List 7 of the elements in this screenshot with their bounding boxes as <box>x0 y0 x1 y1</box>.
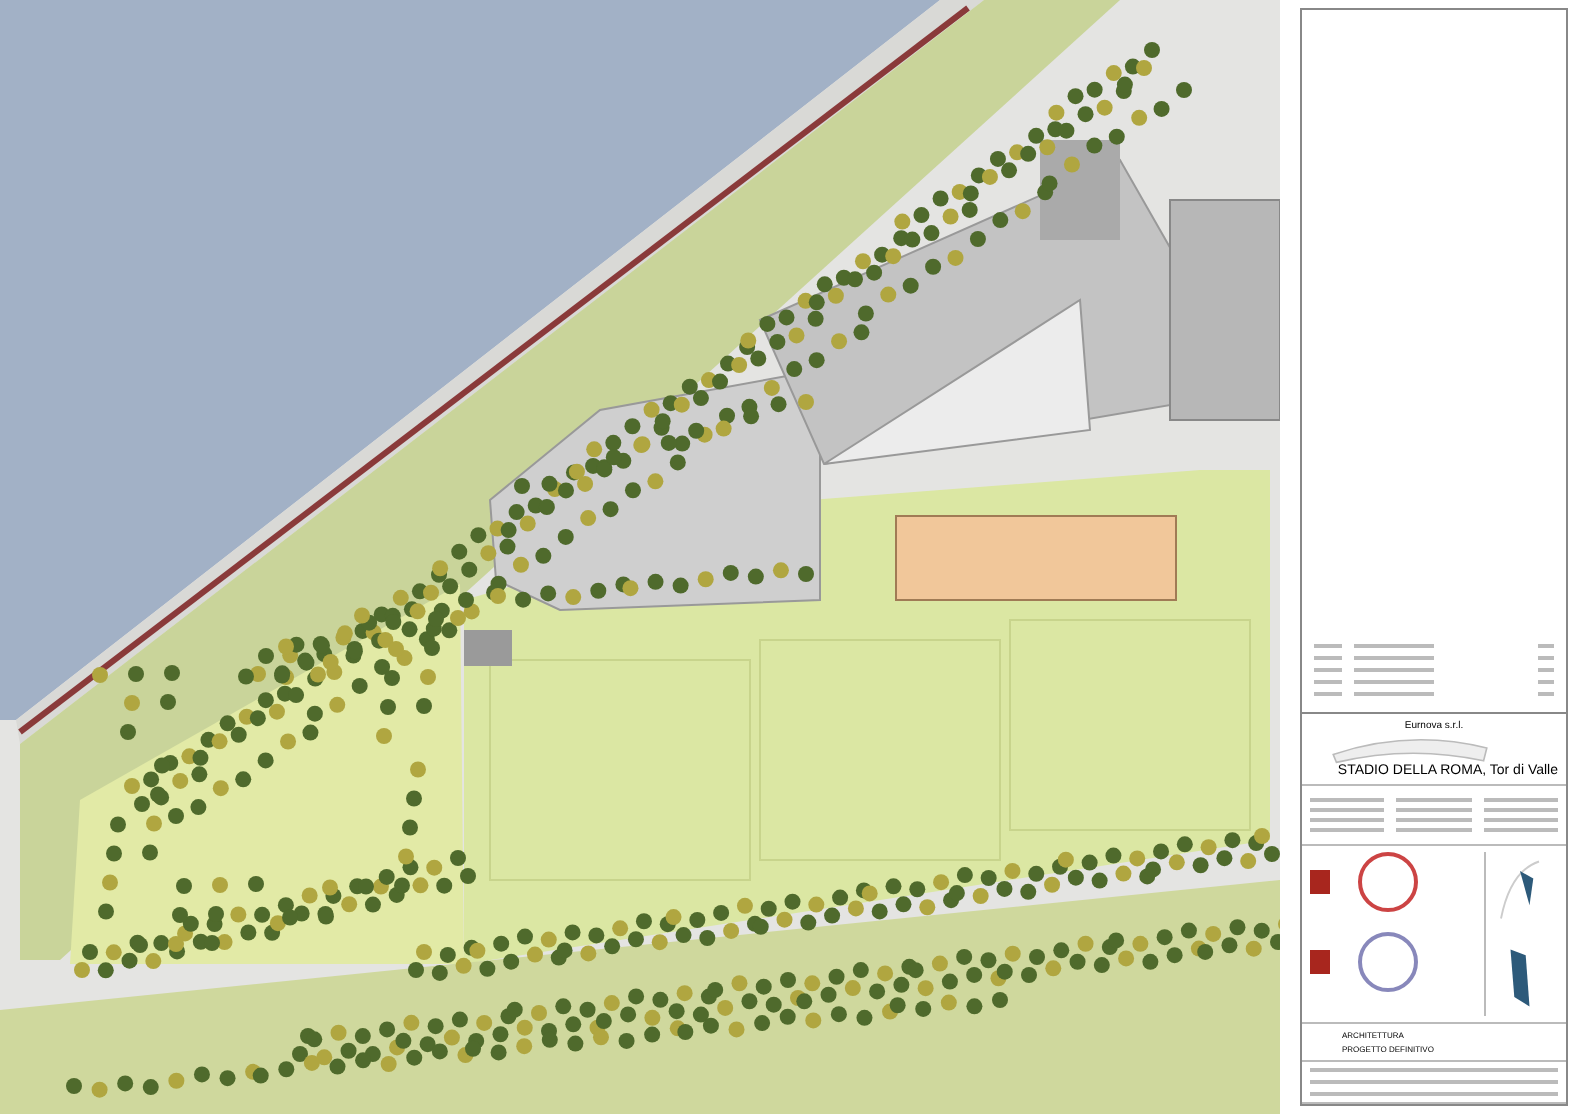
logo-icon <box>1310 950 1330 974</box>
text-lines-drawing <box>1396 792 1472 838</box>
text-lines-drawing <box>1483 792 1558 838</box>
stamp-icon <box>1358 852 1418 912</box>
stamp-icon <box>1358 932 1418 992</box>
text-lines-drawing <box>1310 792 1385 838</box>
logo-icon <box>1310 870 1330 894</box>
